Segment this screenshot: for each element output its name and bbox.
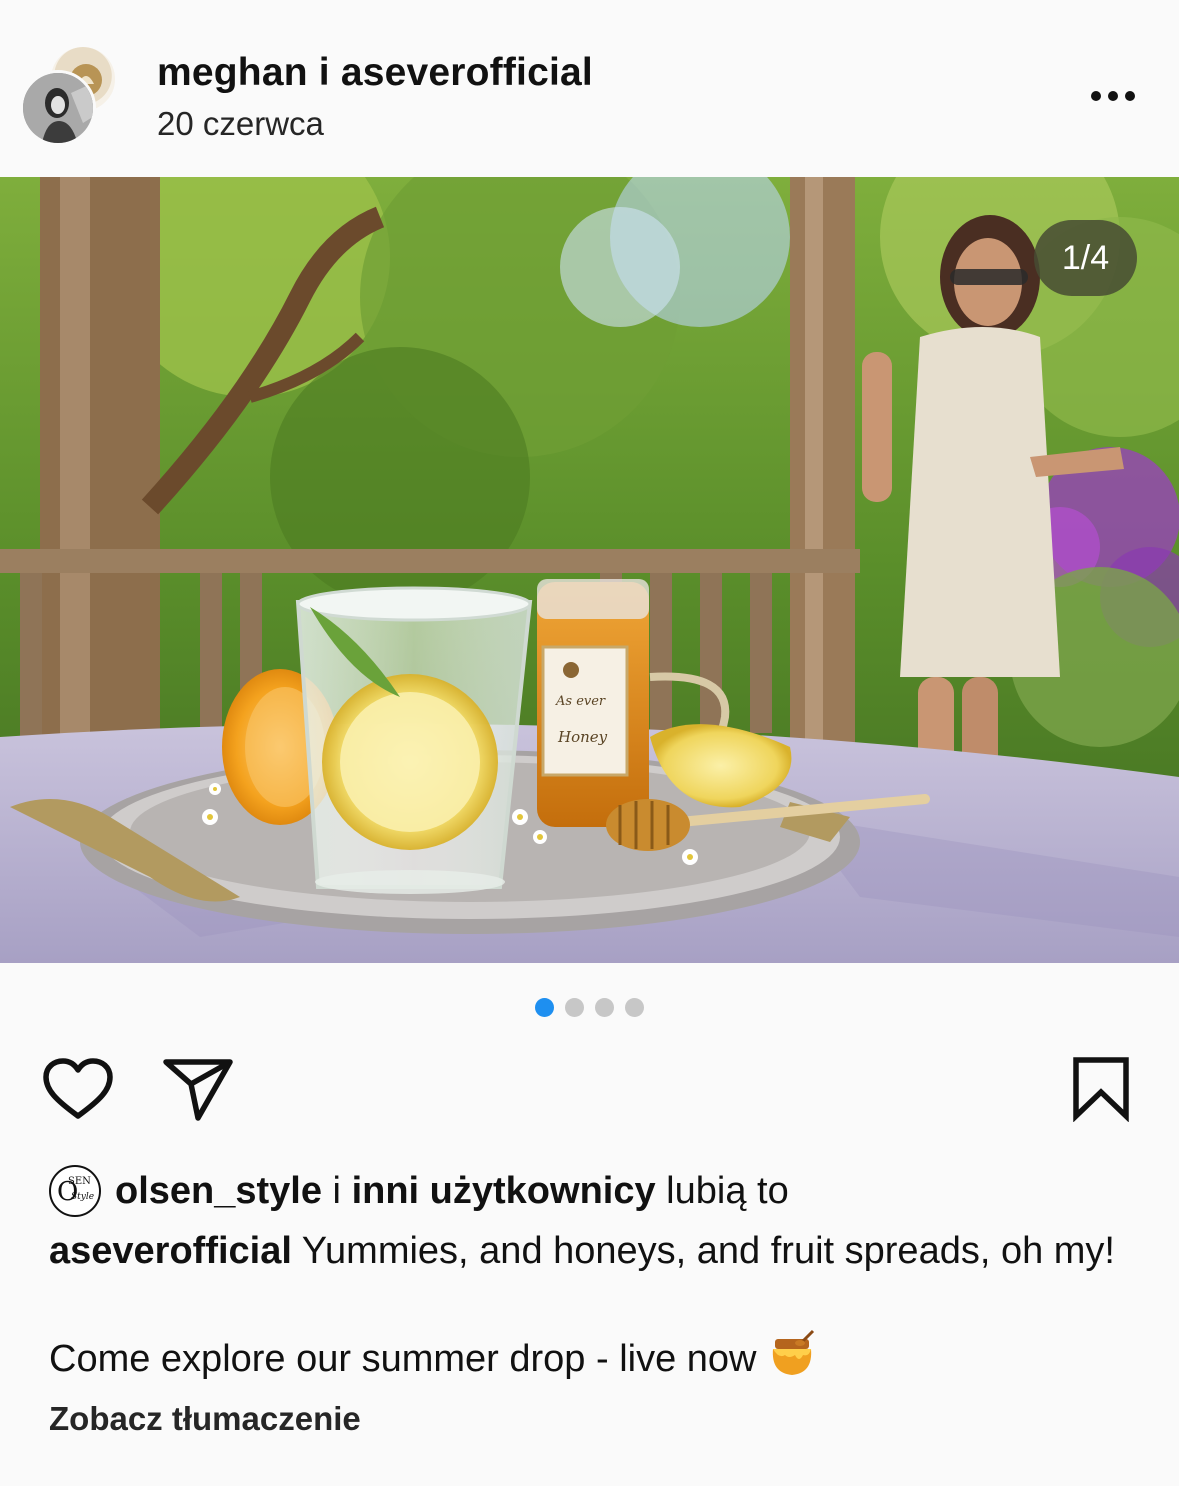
more-dot-icon xyxy=(1125,91,1135,101)
carousel-counter: 1/4 xyxy=(1034,220,1137,296)
share-button[interactable] xyxy=(162,1056,234,1122)
carousel-dot-4[interactable] xyxy=(625,998,644,1017)
caption-username[interactable]: aseverofficial xyxy=(49,1230,292,1272)
carousel-dot-3[interactable] xyxy=(595,998,614,1017)
caption-text-2: Come explore our summer drop - live now xyxy=(49,1338,757,1380)
jar-label-bottom: Honey xyxy=(557,728,608,746)
post-header: meghan i aseverofficial 20 czerwca xyxy=(0,0,1179,177)
post-authors[interactable]: meghan i aseverofficial xyxy=(157,50,593,96)
carousel-indicator xyxy=(535,998,644,1017)
user-photo-icon xyxy=(23,73,93,143)
likes-others-link[interactable]: inni użytkownicy xyxy=(352,1170,656,1212)
honey-pot-icon xyxy=(767,1329,817,1392)
likes-summary: O SEN Style olsen_style i inni użytkowni… xyxy=(49,1164,789,1218)
user-avatar[interactable] xyxy=(20,70,96,146)
likes-connector: i xyxy=(322,1170,352,1212)
post-image[interactable]: As ever Honey 1/4 xyxy=(0,177,1179,963)
more-dot-icon xyxy=(1091,91,1101,101)
jar-label-top: As ever xyxy=(555,694,606,709)
liker-username[interactable]: olsen_style xyxy=(115,1170,322,1212)
bookmark-icon xyxy=(1073,1057,1129,1123)
save-button[interactable] xyxy=(1070,1056,1132,1123)
more-options-button[interactable] xyxy=(1080,76,1146,116)
heart-icon xyxy=(43,1058,113,1119)
caption-second-line: Come explore our summer drop - live now xyxy=(49,1329,817,1392)
author-avatars[interactable] xyxy=(20,44,120,148)
caption-text: Yummies, and honeys, and fruit spreads, … xyxy=(291,1230,1115,1272)
header-text: meghan i aseverofficial 20 czerwca xyxy=(157,50,593,146)
likes-text: olsen_style i inni użytkownicy lubią to xyxy=(115,1164,789,1218)
likes-suffix: lubią to xyxy=(655,1170,789,1212)
liker-logo-subtext: Style xyxy=(71,1192,95,1202)
send-icon xyxy=(163,1059,233,1121)
like-button[interactable] xyxy=(42,1058,114,1122)
see-translation-link[interactable]: Zobacz tłumaczenie xyxy=(49,1397,361,1441)
honey-lemonade-photo: As ever Honey xyxy=(0,177,1179,963)
carousel-dot-1[interactable] xyxy=(535,998,554,1017)
post-caption: aseverofficial Yummies, and honeys, and … xyxy=(49,1226,1139,1276)
liker-logo-text: SEN xyxy=(68,1176,91,1187)
carousel-dot-2[interactable] xyxy=(565,998,584,1017)
liker-avatar[interactable]: O SEN Style xyxy=(49,1165,101,1217)
post-date: 20 czerwca xyxy=(157,105,324,142)
more-dot-icon xyxy=(1108,91,1118,101)
